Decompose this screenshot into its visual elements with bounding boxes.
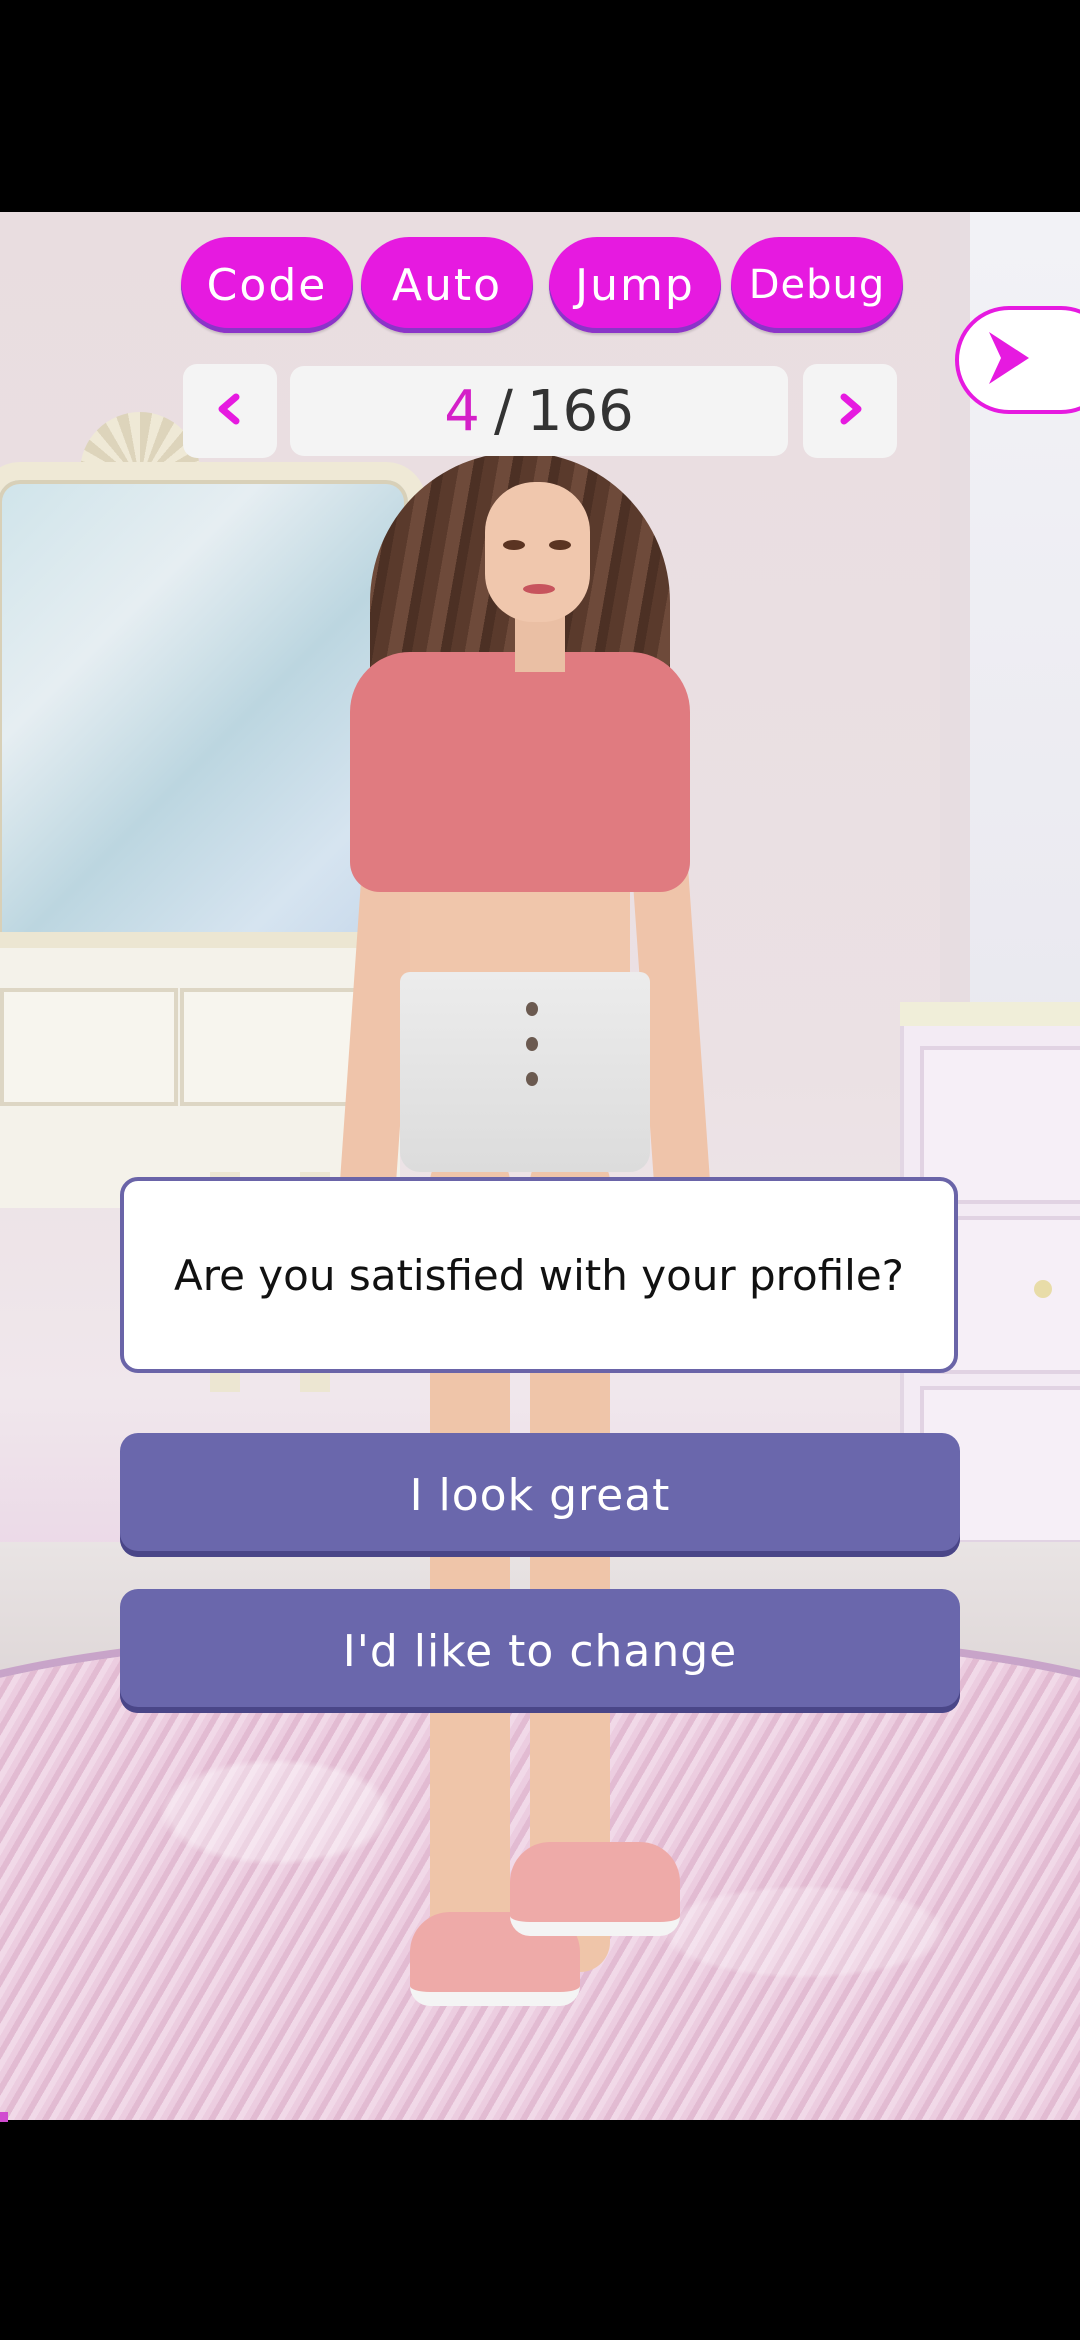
dialog-question: Are you satisfied with your profile? [120, 1177, 958, 1373]
drawer-knob [1034, 1280, 1052, 1298]
total-pages: 166 [526, 378, 634, 444]
code-button[interactable]: Code [181, 237, 353, 333]
next-page-button[interactable] [803, 364, 897, 458]
scene-background [0, 212, 1080, 2120]
side-next-button[interactable] [955, 306, 1080, 414]
character-lips [523, 584, 555, 594]
page-counter: 4 / 166 [290, 366, 788, 456]
character-eye [503, 540, 525, 550]
shorts-button [526, 1002, 538, 1016]
edge-marker [0, 2112, 8, 2122]
pink-crop-top [350, 652, 690, 892]
shorts-button [526, 1072, 538, 1086]
chevron-right-icon [830, 389, 870, 433]
current-page: 4 [444, 378, 480, 444]
character-face [485, 482, 590, 622]
auto-button[interactable]: Auto [361, 237, 533, 333]
prev-page-button[interactable] [183, 364, 277, 458]
debug-button[interactable]: Debug [731, 237, 903, 333]
character-eye [549, 540, 571, 550]
denim-shorts [400, 972, 650, 1172]
shorts-button [526, 1037, 538, 1051]
choice-look-great-button[interactable]: I look great [120, 1433, 960, 1557]
play-arrow-icon [983, 328, 1035, 392]
page-separator: / [493, 378, 513, 444]
chevron-left-icon [210, 389, 250, 433]
sneaker [510, 1842, 680, 1936]
jump-button[interactable]: Jump [549, 237, 721, 333]
choice-change-button[interactable]: I'd like to change [120, 1589, 960, 1713]
vanity-drawer [0, 988, 178, 1106]
